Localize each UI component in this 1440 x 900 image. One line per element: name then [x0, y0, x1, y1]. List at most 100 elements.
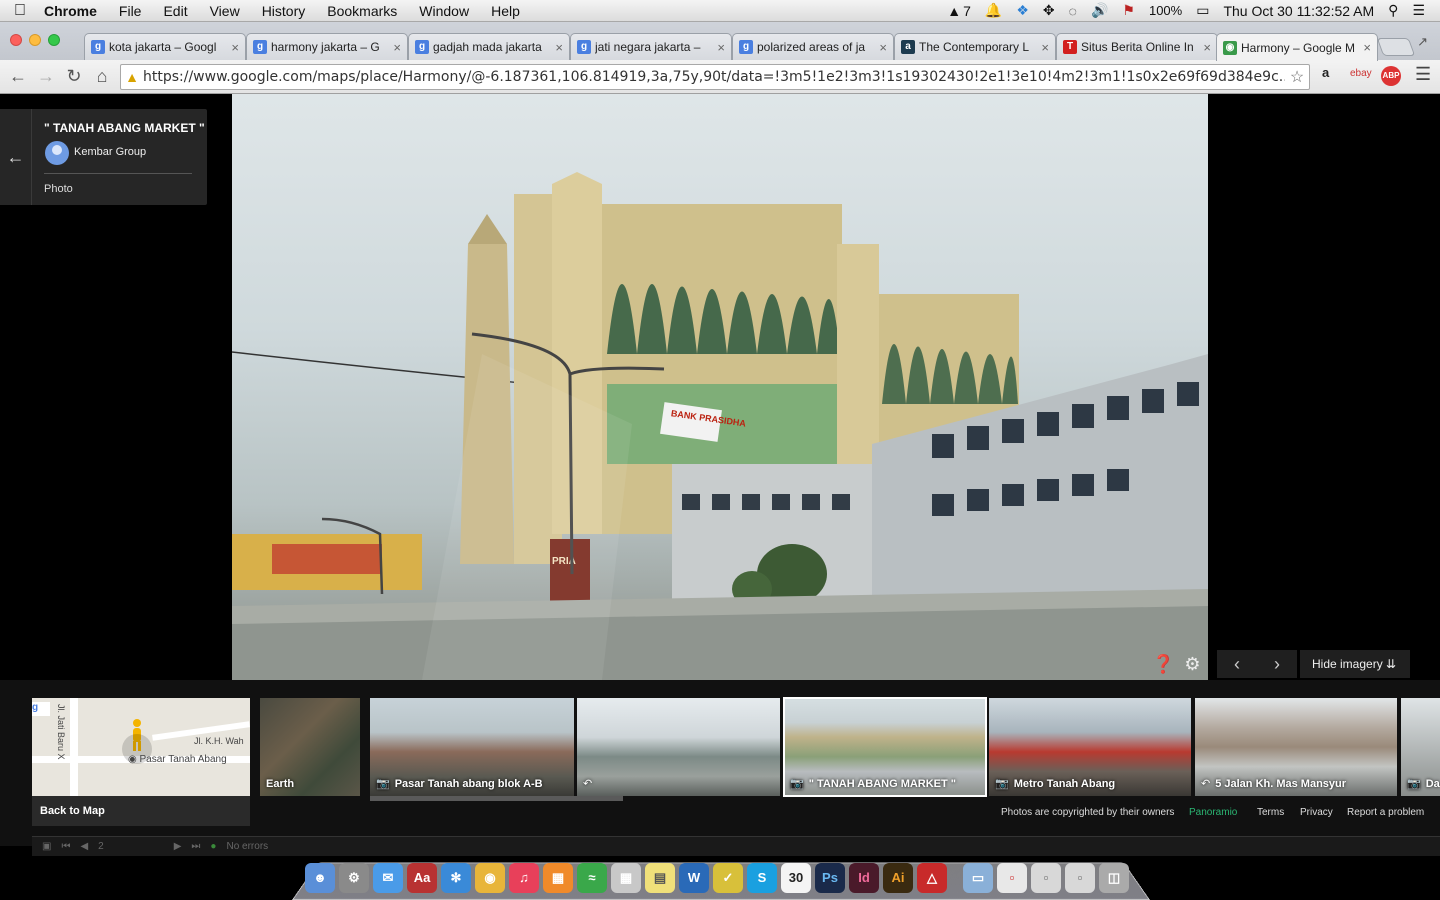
move-icon[interactable]: ✥: [1036, 2, 1062, 19]
calendar-icon[interactable]: 30: [781, 863, 811, 893]
report-problem-link[interactable]: Report a problem: [1347, 807, 1424, 818]
lock-warning-icon[interactable]: ▲: [121, 69, 143, 85]
close-tab-icon[interactable]: ×: [717, 40, 725, 55]
volume-icon[interactable]: 🔊: [1084, 2, 1115, 19]
street-photo[interactable]: BANK PRASIDHA PRIA: [232, 94, 1208, 680]
last-page-icon[interactable]: ⏭: [191, 841, 200, 852]
indesign-icon[interactable]: Id: [849, 863, 879, 893]
system-preferences-icon[interactable]: ⚙: [339, 863, 369, 893]
pdf-document-icon[interactable]: ▫: [997, 863, 1027, 893]
zoom-window-button[interactable]: [48, 34, 60, 46]
menu-window[interactable]: Window: [408, 3, 480, 19]
us-flag-icon[interactable]: ⚑: [1115, 2, 1142, 19]
help-icon[interactable]: ❓: [1152, 654, 1174, 675]
dropbox-icon[interactable]: ❖: [1009, 2, 1036, 19]
browser-tab[interactable]: g kota jakarta – Googl ×: [84, 33, 246, 60]
browser-tab[interactable]: ◉ Harmony – Google M ×: [1216, 33, 1378, 61]
thumb-pasar-tanah-abang[interactable]: 📷 Pasar Tanah abang blok A-B: [370, 698, 574, 796]
back-button[interactable]: ←: [4, 66, 32, 87]
acrobat-icon[interactable]: △: [917, 863, 947, 893]
menu-file[interactable]: File: [108, 3, 153, 19]
photoshop-icon[interactable]: Ps: [815, 863, 845, 893]
mini-map-card[interactable]: Jl. Jati Baru X Jl. K.H. Wah g ◉ Pasar T…: [32, 698, 250, 826]
ebay-icon[interactable]: ebay: [1350, 68, 1372, 79]
itunes-icon[interactable]: ♫: [509, 863, 539, 893]
fullscreen-icon[interactable]: ↗: [1417, 34, 1428, 50]
thumb-metro-tanah-abang[interactable]: 📷 Metro Tanah Abang: [989, 698, 1191, 796]
norton-icon[interactable]: ✓: [713, 863, 743, 893]
close-tab-icon[interactable]: ×: [1203, 40, 1211, 55]
author-avatar[interactable]: [45, 141, 69, 165]
dictionary-icon[interactable]: Aa: [407, 863, 437, 893]
safari-icon[interactable]: ✻: [441, 863, 471, 893]
calculator-icon[interactable]: ▦: [611, 863, 641, 893]
menu-app-name[interactable]: Chrome: [40, 3, 108, 19]
finder-icon[interactable]: ☻: [305, 863, 335, 893]
menu-edit[interactable]: Edit: [152, 3, 198, 19]
terms-link[interactable]: Terms: [1257, 807, 1284, 818]
previous-photo-button[interactable]: ‹: [1217, 650, 1257, 678]
next-page-icon[interactable]: ▶: [174, 841, 182, 852]
amazon-icon[interactable]: a: [1322, 65, 1329, 80]
browser-tab[interactable]: g polarized areas of ja ×: [732, 33, 894, 60]
thumb-earth[interactable]: Earth: [260, 698, 360, 796]
thumb-partial[interactable]: 📷 Da: [1401, 698, 1440, 796]
address-url[interactable]: https://www.google.com/maps/place/Harmon…: [143, 69, 1285, 85]
address-bar[interactable]: ▲ https://www.google.com/maps/place/Harm…: [120, 64, 1310, 90]
browser-tab[interactable]: g jati negara jakarta – ×: [570, 33, 732, 60]
chrome-icon[interactable]: ◉: [475, 863, 505, 893]
menu-history[interactable]: History: [251, 3, 317, 19]
battery-icon[interactable]: ▭: [1189, 2, 1216, 19]
browser-tab[interactable]: T Situs Berita Online In ×: [1056, 33, 1218, 60]
minimize-window-button[interactable]: [29, 34, 41, 46]
new-tab-button[interactable]: [1376, 38, 1416, 56]
messages-icon[interactable]: ✉: [373, 863, 403, 893]
panoramio-link[interactable]: Panoramio: [1189, 807, 1237, 818]
thumb-tanah-abang-market[interactable]: 📷 " TANAH ABANG MARKET ": [783, 697, 987, 797]
first-page-icon[interactable]: ⏮: [61, 841, 70, 852]
filmstrip-scrollbar[interactable]: [370, 796, 623, 801]
clock[interactable]: Thu Oct 30 11:32:52 AM: [1216, 3, 1381, 19]
document-stack-icon[interactable]: ▫: [1031, 863, 1061, 893]
close-tab-icon[interactable]: ×: [1363, 40, 1371, 55]
back-to-map-button[interactable]: Back to Map: [32, 796, 250, 826]
word-icon[interactable]: W: [679, 863, 709, 893]
prev-page-icon[interactable]: ◀: [80, 841, 88, 852]
settings-gear-icon[interactable]: ⚙: [1184, 654, 1200, 675]
page-number[interactable]: 2: [98, 841, 104, 852]
next-photo-button[interactable]: ›: [1257, 650, 1297, 678]
battery-percent[interactable]: 100%: [1142, 3, 1189, 18]
browser-tab[interactable]: g harmony jakarta – G ×: [246, 33, 408, 60]
debug-console-icon[interactable]: ▣: [42, 841, 51, 852]
browser-tab[interactable]: g gadjah mada jakarta ×: [408, 33, 570, 60]
spotify-icon[interactable]: ≈: [577, 863, 607, 893]
close-tab-icon[interactable]: ×: [555, 40, 563, 55]
back-arrow-icon[interactable]: ←: [0, 109, 32, 205]
trash-icon[interactable]: ◫: [1099, 863, 1129, 893]
close-tab-icon[interactable]: ×: [231, 40, 239, 55]
chrome-document-icon[interactable]: ▫: [1065, 863, 1095, 893]
bell-icon[interactable]: 🔔: [978, 2, 1009, 19]
notification-list-icon[interactable]: ☰: [1405, 2, 1432, 19]
privacy-link[interactable]: Privacy: [1300, 807, 1333, 818]
bookmark-star-icon[interactable]: ☆: [1285, 67, 1309, 87]
menu-help[interactable]: Help: [480, 3, 531, 19]
thumb-panorama-overpass[interactable]: ↶: [577, 698, 780, 796]
thumb-jalan-mas-mansyur[interactable]: ↶ 5 Jalan Kh. Mas Mansyur: [1195, 698, 1397, 796]
home-button[interactable]: ⌂: [88, 66, 116, 87]
menu-icon[interactable]: ☰: [1415, 64, 1431, 85]
folder-icon[interactable]: ▭: [963, 863, 993, 893]
photo-author[interactable]: Kembar Group: [74, 146, 146, 158]
close-window-button[interactable]: [10, 34, 22, 46]
adobe-status-icon[interactable]: ▲ 7: [940, 3, 978, 19]
menu-view[interactable]: View: [199, 3, 251, 19]
ibooks-icon[interactable]: ▦: [543, 863, 573, 893]
browser-tab[interactable]: a The Contemporary L ×: [894, 33, 1056, 60]
illustrator-icon[interactable]: Ai: [883, 863, 913, 893]
close-tab-icon[interactable]: ×: [879, 40, 887, 55]
hide-imagery-button[interactable]: Hide imagery ⇊: [1300, 650, 1410, 678]
apple-menu-icon[interactable]: : [0, 2, 40, 20]
close-tab-icon[interactable]: ×: [393, 40, 401, 55]
wifi-icon[interactable]: ◌: [1062, 3, 1084, 19]
spotlight-search-icon[interactable]: ⚲: [1381, 2, 1405, 19]
